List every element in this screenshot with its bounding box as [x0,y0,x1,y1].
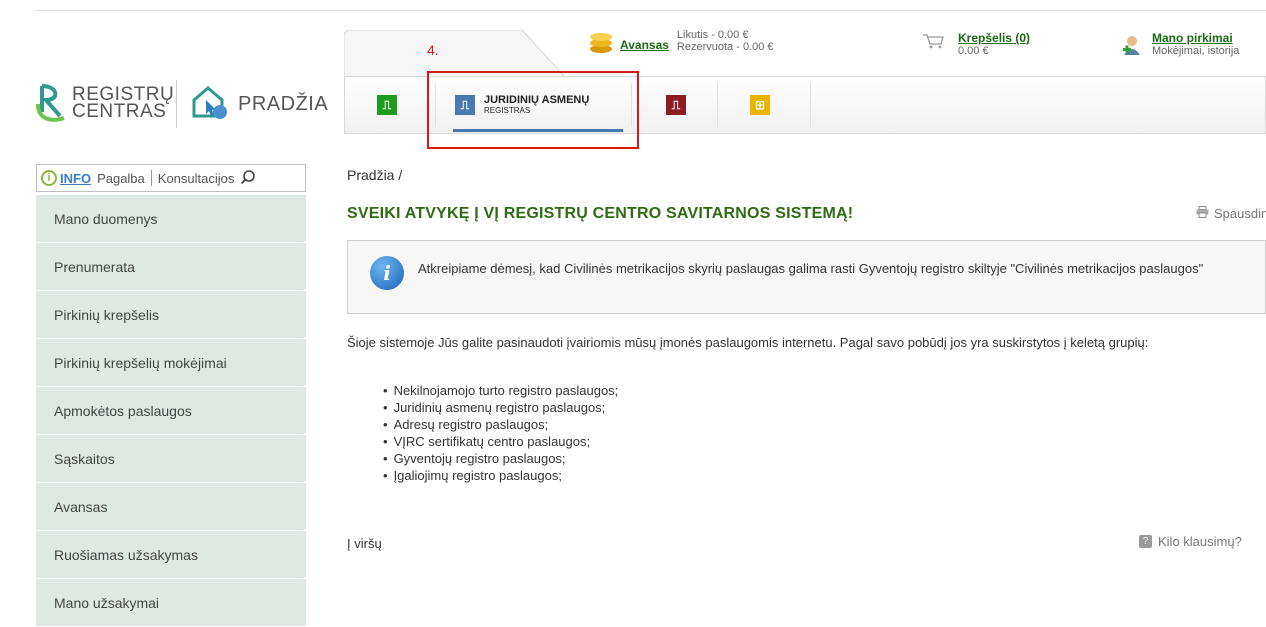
rc-logo-icon [36,82,68,124]
sidebar-item-saskaitos[interactable]: Sąskaitos [36,435,306,483]
tab-maroon-register[interactable]: ⎍ [641,77,711,133]
cart-amount: 0.00 € [958,45,989,57]
sidebar-item-pirkiniu-krepselis[interactable]: Pirkinių krepšelis [36,291,306,339]
back-to-top-link[interactable]: Į viršų [347,536,382,551]
info-circle-icon: i [370,256,404,290]
list-item: VĮRC sertifikatų centro paslaugos; [383,433,618,450]
purchases-widget[interactable]: Mano pirkimai Mokėjimai, istorija [1122,31,1239,60]
info-bar: i INFO Pagalba Konsultacijos [36,164,306,192]
sidebar-item-mano-duomenys[interactable]: Mano duomenys [36,195,306,243]
list-item: Įgaliojimų registro paslaugos; [383,467,618,484]
avansas-reserved: Rezervuota - 0.00 € [676,41,774,53]
info-notice: i Atkreipiame dėmesį, kad Civilinės metr… [347,240,1266,314]
list-item: Juridinių asmenų registro paslaugos; [383,399,618,416]
question-icon: ? [1139,535,1152,548]
tab-nekilnojamojo-registras[interactable]: ⎍ [357,77,417,133]
sidebar-item-krepseliu-mokejimai[interactable]: Pirkinių krepšelių mokėjimai [36,339,306,387]
list-item: Nekilnojamojo turto registro paslaugos; [383,382,619,399]
green-register-icon: ⎍ [377,95,397,115]
questions-link[interactable]: ? Kilo klausimų? [1139,534,1242,549]
services-list: Nekilnojamojo turto registro paslaugos; … [383,382,619,484]
sidebar-item-avansas[interactable]: Avansas [36,483,306,531]
yellow-register-icon: ⊞ [750,95,770,115]
sidebar-item-apmoketos-paslaugos[interactable]: Apmokėtos paslaugos [36,387,306,435]
step-marker: 4. [427,42,439,58]
logo-divider [176,80,177,128]
tab-separator [717,83,718,127]
info-icon: i [41,170,57,186]
page-title: SVEIKI ATVYKĘ Į VĮ REGISTRŲ CENTRO SAVIT… [347,205,854,222]
printer-icon [1196,206,1209,221]
avansas-balance: Likutis - 0.00 € [676,29,749,41]
header-tab-shape [344,30,564,76]
purchases-sub: Mokėjimai, istorija [1152,45,1240,57]
sidebar-item-mano-uzsakymai[interactable]: Mano užsakymai [36,579,306,627]
print-button[interactable]: Spausdinti [1196,206,1266,221]
tab-yellow-register[interactable]: ⊞ [725,77,795,133]
avansas-link[interactable]: Avansas [620,38,669,52]
questions-label: Kilo klausimų? [1158,534,1242,549]
print-label: Spausdinti [1214,206,1266,221]
purchases-link[interactable]: Mano pirkimai [1152,31,1239,45]
sidebar-item-ruosiamas-uzsakymas[interactable]: Ruošiamas užsakymas [36,531,306,579]
breadcrumb[interactable]: Pradžia / [347,167,402,183]
coins-icon [588,29,614,58]
cart-widget[interactable]: Krepšelis (0) 0.00 € [922,31,1030,57]
maroon-register-icon: ⎍ [666,95,686,115]
help-link[interactable]: Pagalba [97,171,145,186]
top-divider [36,10,1266,11]
sidebar-item-prenumerata[interactable]: Prenumerata [36,243,306,291]
home-icon [190,84,230,125]
home-label: PRADŽIA [238,93,329,115]
info-link[interactable]: INFO [60,171,91,186]
search-icon[interactable] [240,169,256,188]
info-separator [150,170,152,186]
home-link[interactable]: PRADŽIA [190,84,328,125]
cart-icon [922,33,944,52]
notice-text: Atkreipiame dėmesį, kad Civilinės metrik… [418,261,1204,276]
tab-separator [810,83,811,127]
cart-link[interactable]: Krepšelis (0) [958,31,1030,45]
list-item: Adresų registro paslaugos; [383,416,618,433]
step-highlight-box [427,71,639,149]
consultations-link[interactable]: Konsultacijos [158,171,235,186]
registru-centras-logo[interactable]: REGISTRŲ CENTRAS [36,82,174,124]
intro-paragraph: Šioje sistemoje Jūs galite pasinaudoti į… [347,335,1149,350]
list-item: Gyventojų registro paslaugos; [383,450,618,467]
user-add-icon [1122,35,1140,60]
avansas-widget: Avansas Likutis - 0.00 € Rezervuota - 0.… [588,29,774,58]
sidebar-menu: Mano duomenys Prenumerata Pirkinių krepš… [36,195,306,627]
rc-logo-line2: CENTRAS [72,101,167,122]
